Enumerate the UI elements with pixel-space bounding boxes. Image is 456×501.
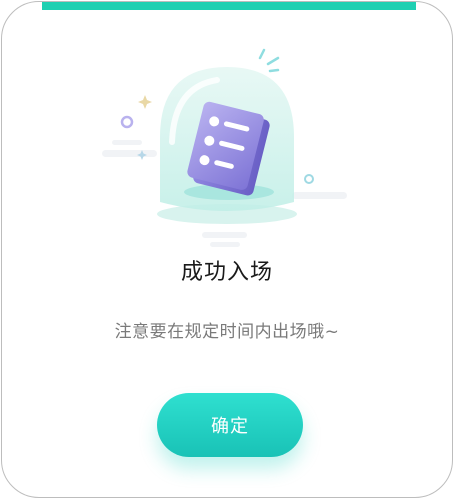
document-under-glass-dome-icon bbox=[102, 48, 347, 247]
dialog-title: 成功入场 bbox=[180, 260, 273, 285]
confirm-button[interactable]: 确定 bbox=[157, 393, 303, 457]
top-accent-bar bbox=[42, 2, 416, 10]
dialog-message: 注意要在规定时间内出场哦~ bbox=[114, 322, 340, 342]
success-dialog: 成功入场 注意要在规定时间内出场哦~ 确定 bbox=[1, 1, 453, 498]
